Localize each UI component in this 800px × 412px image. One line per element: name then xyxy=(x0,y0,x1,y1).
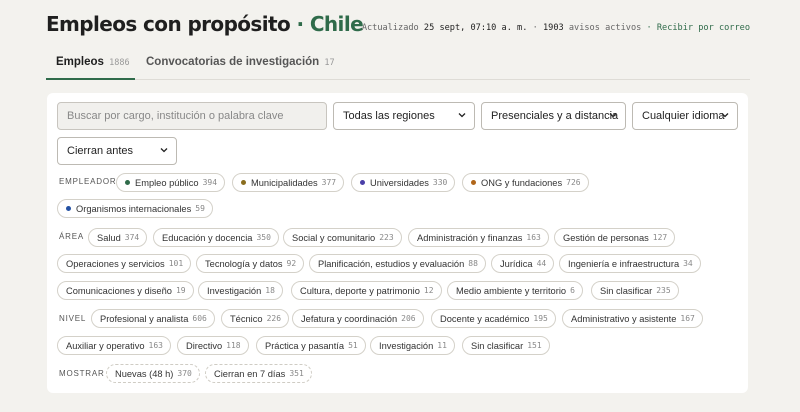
chevron-down-icon xyxy=(608,110,618,120)
language-select[interactable]: Cualquier idioma xyxy=(632,102,738,130)
employer-chip[interactable]: ONG y fundaciones 726 xyxy=(462,173,589,192)
level-chip[interactable]: Técnico 226 xyxy=(221,309,290,328)
level-chip[interactable]: Profesional y analista 606 xyxy=(91,309,215,328)
level-chip[interactable]: Investigación 11 xyxy=(370,336,455,355)
active-tab-indicator xyxy=(46,78,135,80)
area-chip[interactable]: Tecnología y datos 92 xyxy=(196,254,305,273)
level-chip[interactable]: Auxiliar y operativo 163 xyxy=(57,336,171,355)
area-chip[interactable]: Educación y docencia 350 xyxy=(153,228,279,247)
area-label: ÁREA xyxy=(59,232,84,241)
dot-icon xyxy=(125,180,130,185)
show-chip-closing[interactable]: Cierran en 7 días 351 xyxy=(205,364,312,383)
dot-icon xyxy=(66,206,71,211)
level-chip[interactable]: Jefatura y coordinación 206 xyxy=(292,309,424,328)
area-chip[interactable]: Jurídica 44 xyxy=(491,254,555,273)
sort-select[interactable]: Cierran antes xyxy=(57,137,177,165)
level-chip[interactable]: Sin clasificar 151 xyxy=(462,336,550,355)
tab-empleos[interactable]: Empleos 1886 xyxy=(56,56,130,68)
level-chip[interactable]: Directivo 118 xyxy=(177,336,249,355)
dot-icon xyxy=(360,180,365,185)
show-label: MOSTRAR xyxy=(59,369,105,378)
employer-chip[interactable]: Organismos internacionales 59 xyxy=(57,199,213,218)
chevron-down-icon xyxy=(720,110,730,120)
active-count: 1903 xyxy=(542,23,564,33)
update-info: Actualizado 25 sept, 07:10 a. m. · 1903 … xyxy=(361,23,750,33)
area-chip[interactable]: Gestión de personas 127 xyxy=(554,228,676,247)
area-chip[interactable]: Salud 374 xyxy=(88,228,148,247)
level-chip[interactable]: Administrativo y asistente 167 xyxy=(562,309,703,328)
area-chip[interactable]: Planificación, estudios y evaluación 88 xyxy=(309,254,486,273)
dot-icon xyxy=(471,180,476,185)
level-chip[interactable]: Docente y académico 195 xyxy=(431,309,556,328)
level-label: NIVEL xyxy=(59,314,87,323)
area-chip[interactable]: Operaciones y servicios 101 xyxy=(57,254,192,273)
employer-chip[interactable]: Municipalidades 377 xyxy=(232,173,345,192)
page-title: Empleos con propósito · Chile xyxy=(46,12,364,36)
modality-select[interactable]: Presenciales y a distancia xyxy=(481,102,626,130)
area-chip[interactable]: Ingeniería e infraestructura 34 xyxy=(559,254,701,273)
tab-convocatorias[interactable]: Convocatorias de investigación 17 xyxy=(146,56,335,68)
area-chip[interactable]: Social y comunitario 223 xyxy=(283,228,402,247)
area-chip[interactable]: Medio ambiente y territorio 6 xyxy=(447,281,583,300)
dot-icon xyxy=(241,180,246,185)
area-chip[interactable]: Sin clasificar 235 xyxy=(591,281,679,300)
country-name: Chile xyxy=(309,12,364,36)
show-chip-new[interactable]: Nuevas (48 h) 370 xyxy=(106,364,200,383)
area-chip[interactable]: Investigación 18 xyxy=(198,281,283,300)
page-header: Empleos con propósito · Chile Actualizad… xyxy=(46,12,750,42)
chevron-down-icon xyxy=(159,145,169,155)
employer-chip[interactable]: Empleo público 394 xyxy=(116,173,226,192)
employer-label: EMPLEADOR xyxy=(59,177,117,186)
region-select[interactable]: Todas las regiones xyxy=(333,102,475,130)
email-subscribe-link[interactable]: Recibir por correo xyxy=(657,23,750,33)
employer-chip[interactable]: Universidades 330 xyxy=(351,173,456,192)
level-chip[interactable]: Práctica y pasantía 51 xyxy=(256,336,366,355)
filter-panel: Buscar por cargo, institución o palabra … xyxy=(47,93,748,393)
search-input[interactable]: Buscar por cargo, institución o palabra … xyxy=(57,102,327,130)
chevron-down-icon xyxy=(457,110,467,120)
updated-date: 25 sept, 07:10 a. m. xyxy=(423,23,528,33)
area-chip[interactable]: Administración y finanzas 163 xyxy=(408,228,549,247)
tab-bar: Empleos 1886 Convocatorias de investigac… xyxy=(46,46,750,80)
area-chip[interactable]: Comunicaciones y diseño 19 xyxy=(57,281,194,300)
area-chip[interactable]: Cultura, deporte y patrimonio 12 xyxy=(291,281,442,300)
